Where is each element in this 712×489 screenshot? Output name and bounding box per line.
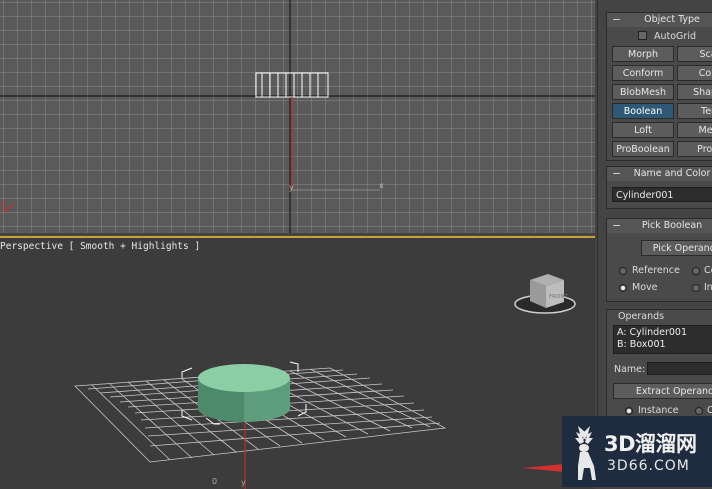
viewcube[interactable]: FRONT xyxy=(514,274,576,314)
radio-instance[interactable] xyxy=(692,284,700,292)
name-color-title: Name and Color xyxy=(633,168,711,179)
mesher-button[interactable]: Mes xyxy=(677,122,712,138)
pick-boolean-rollout-header[interactable]: − Pick Boolean xyxy=(606,218,712,234)
object-type-rollout: AutoGrid Morph Sca Conform Con BlobMesh … xyxy=(606,27,712,161)
radio-reference[interactable] xyxy=(619,267,627,275)
operands-title: Operands xyxy=(616,311,667,322)
pick-boolean-title: Pick Boolean xyxy=(641,220,703,231)
proboolean-button[interactable]: ProBoolean xyxy=(612,141,674,157)
loft-button[interactable]: Loft xyxy=(612,122,674,138)
perspective-scene: y 0 FRONT xyxy=(74,274,576,489)
blobmesh-button[interactable]: BlobMesh xyxy=(612,84,674,100)
shapemerge-button[interactable]: Shape xyxy=(677,84,712,100)
svg-text:x: x xyxy=(379,181,384,190)
top-viewport[interactable]: y x xyxy=(0,0,595,233)
watermark-text: 3D溜溜网 xyxy=(604,432,697,456)
conform-button[interactable]: Conform xyxy=(612,65,674,81)
radio-reference-label: Reference xyxy=(632,265,680,276)
radio-copy-label: Co xyxy=(704,265,712,276)
object-type-rollout-header[interactable]: − Object Type xyxy=(606,12,712,28)
top-viewport-grid: y x xyxy=(0,0,595,233)
viewcube-face-label: FRONT xyxy=(549,294,568,300)
name-color-rollout: Cylinder001 xyxy=(606,181,712,209)
command-panel: − Object Type AutoGrid Morph Sca Conform… xyxy=(597,0,712,487)
watermark-url: 3D66.COM xyxy=(607,458,690,474)
morph-button[interactable]: Morph xyxy=(612,46,674,62)
operand-name-field[interactable] xyxy=(647,362,712,375)
extract-operand-button[interactable]: Extract Operand xyxy=(613,383,712,399)
name-color-rollout-header[interactable]: − Name and Color xyxy=(606,166,712,182)
red-arrow xyxy=(522,464,565,472)
perspective-viewport[interactable]: Perspective [ Smooth + Highlights ] y 0 … xyxy=(0,236,595,489)
autogrid-checkbox[interactable] xyxy=(638,31,647,40)
boolean-button[interactable]: Boolean xyxy=(612,103,674,119)
operand-b-item[interactable]: B: Box001 xyxy=(617,339,666,350)
terrain-button[interactable]: Ter xyxy=(677,103,712,119)
operand-a-item[interactable]: A: Cylinder001 xyxy=(617,327,687,338)
radio-extract-copy[interactable] xyxy=(695,407,703,415)
radio-move-label: Move xyxy=(632,282,658,293)
operand-name-label: Name: xyxy=(614,364,646,375)
radio-extract-instance-label: Instance xyxy=(638,405,679,416)
radio-extract-copy-label: Co xyxy=(707,405,712,416)
radio-move[interactable] xyxy=(619,284,627,292)
object-type-title: Object Type xyxy=(644,14,700,25)
operands-rollout: Operands A: Cylinder001 B: Box001 Name: … xyxy=(606,309,712,431)
svg-text:0: 0 xyxy=(212,477,217,486)
radio-instance-label: In xyxy=(704,282,712,293)
operands-list[interactable]: A: Cylinder001 B: Box001 xyxy=(613,325,712,354)
watermark: 3D溜溜网 3D66.COM xyxy=(562,416,712,487)
autogrid-label: AutoGrid xyxy=(654,31,696,42)
svg-text:y: y xyxy=(241,478,246,487)
radio-copy[interactable] xyxy=(692,267,700,275)
pick-operand-b-button[interactable]: Pick Operand B xyxy=(641,240,712,256)
svg-text:y: y xyxy=(289,183,294,192)
connect-button[interactable]: Con xyxy=(677,65,712,81)
radio-extract-instance[interactable] xyxy=(625,407,633,415)
pick-boolean-rollout: Pick Operand B Reference Co Move In xyxy=(606,233,712,302)
procutter-button[interactable]: ProC xyxy=(677,141,712,157)
object-name-field[interactable]: Cylinder001 xyxy=(612,187,712,202)
cylinder-object xyxy=(198,364,290,422)
scatter-button[interactable]: Sca xyxy=(677,46,712,62)
deer-logo-icon xyxy=(575,426,596,480)
